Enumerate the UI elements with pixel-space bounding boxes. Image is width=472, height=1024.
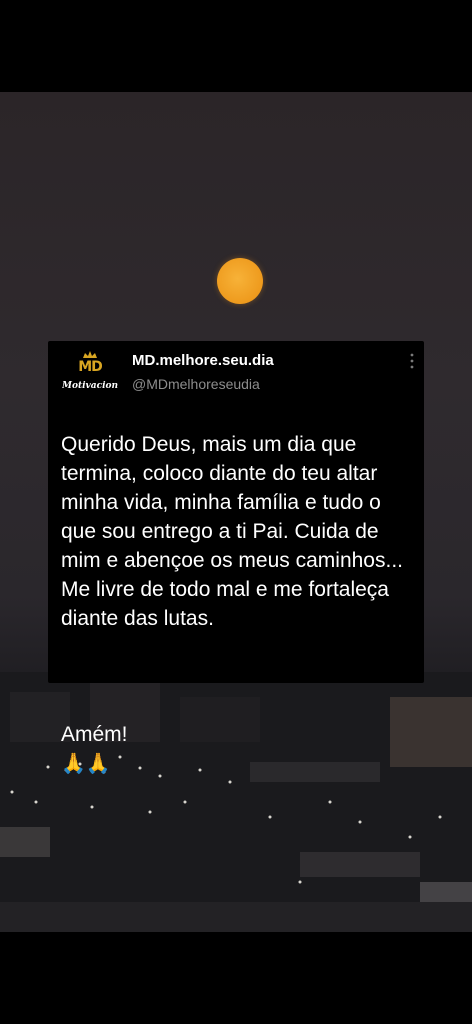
user-handle[interactable]: @MDmelhoreseudia (132, 376, 260, 392)
tweet-closing: Amém! (61, 723, 128, 746)
tweet-card: MD Motivacional MD.melhore.seu.dia @MDme… (48, 341, 424, 775)
tweet-body: Querido Deus, mais um dia que termina, c… (61, 401, 421, 779)
avatar[interactable]: MD Motivacional (62, 351, 118, 395)
top-letterbox (0, 0, 472, 92)
bottom-letterbox (0, 932, 472, 1024)
avatar-tagline: Motivacional (62, 381, 118, 391)
tweet-text: Querido Deus, mais um dia que termina, c… (61, 433, 403, 630)
avatar-monogram: MD (78, 359, 103, 375)
sun-image (217, 258, 263, 304)
display-name[interactable]: MD.melhore.seu.dia (132, 352, 274, 369)
crown-icon (83, 351, 97, 358)
more-vertical-icon[interactable] (408, 353, 416, 371)
video-background: MD Motivacional MD.melhore.seu.dia @MDme… (0, 92, 472, 932)
praying-hands-icon: 🙏🙏 (61, 753, 111, 775)
